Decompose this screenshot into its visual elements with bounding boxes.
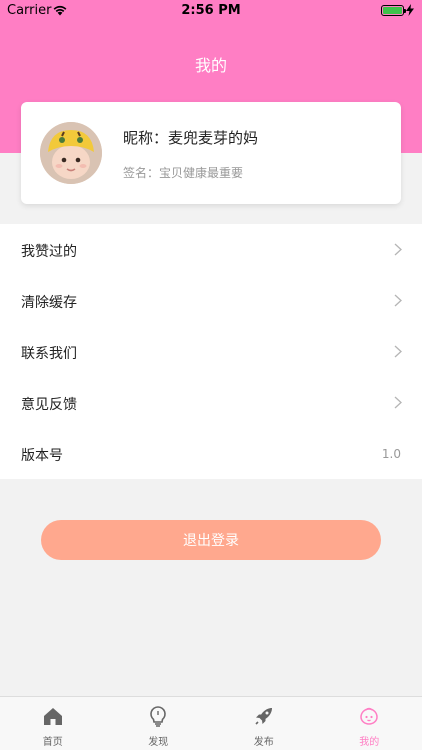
settings-menu: 我赞过的 清除缓存 联系我们 意见反馈 版本号 1.0 (0, 224, 422, 479)
menu-item-clear-cache[interactable]: 清除缓存 (0, 275, 422, 326)
menu-item-label: 我赞过的 (21, 244, 77, 260)
tab-mine[interactable]: 我的 (317, 697, 422, 750)
chevron-right-icon (394, 294, 402, 307)
tab-label: 发现 (148, 737, 169, 748)
version-label: 版本号 (21, 448, 63, 464)
bulb-icon (150, 706, 167, 727)
screen: Carrier 2:56 PM 我的 昵称：麦兜麦芽的妈 签名：宝贝健康最重要 … (0, 0, 422, 750)
charging-icon (406, 4, 414, 16)
signature: 签名：宝贝健康最重要 (123, 166, 244, 180)
chevron-right-icon (394, 243, 402, 256)
menu-item-feedback[interactable]: 意见反馈 (0, 377, 422, 428)
chevron-right-icon (394, 345, 402, 358)
menu-item-liked[interactable]: 我赞过的 (0, 224, 422, 275)
battery-icon (381, 5, 406, 16)
menu-item-label: 清除缓存 (21, 295, 77, 311)
tab-label: 发布 (253, 737, 274, 748)
tab-label: 首页 (42, 737, 63, 748)
avatar[interactable] (40, 122, 102, 184)
menu-item-version: 版本号 1.0 (0, 428, 422, 479)
rocket-icon (255, 708, 272, 725)
profile-card[interactable]: 昵称：麦兜麦芽的妈 签名：宝贝健康最重要 (21, 102, 401, 204)
chevron-right-icon (394, 396, 402, 409)
tab-label: 我的 (359, 737, 380, 748)
tab-bar: 首页 发现 发布 我的 (0, 696, 422, 750)
tab-discover[interactable]: 发现 (106, 697, 212, 750)
page-title: 我的 (194, 56, 227, 75)
clock: 2:56 PM (181, 3, 241, 18)
tab-publish[interactable]: 发布 (211, 697, 317, 750)
home-icon (43, 708, 62, 725)
menu-item-label: 联系我们 (21, 346, 77, 362)
baby-avatar-image (40, 122, 102, 184)
status-bar: Carrier 2:56 PM (0, 0, 422, 22)
version-value: 1.0 (381, 447, 401, 461)
tab-home[interactable]: 首页 (0, 697, 106, 750)
logout-button[interactable]: 退出登录 (41, 520, 381, 560)
menu-item-label: 意见反馈 (21, 397, 77, 413)
nickname: 昵称：麦兜麦芽的妈 (123, 129, 259, 147)
menu-item-contact-us[interactable]: 联系我们 (0, 326, 422, 377)
baby-face-icon (360, 707, 379, 725)
